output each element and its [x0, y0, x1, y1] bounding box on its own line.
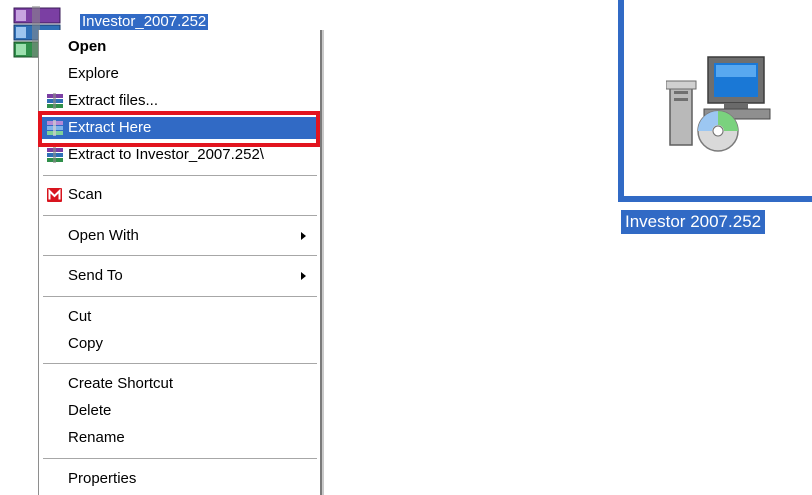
menu-item-extract-here[interactable]: Extract Here — [42, 117, 318, 139]
menu-item-label: Cut — [68, 308, 92, 325]
winrar-icon — [46, 147, 64, 163]
menu-item-label: Scan — [68, 186, 103, 203]
winrar-icon — [46, 120, 64, 136]
menu-item-label: Delete — [68, 402, 112, 419]
menu-item-label: Copy — [68, 335, 104, 352]
menu-item-send-to[interactable]: Send To — [42, 265, 318, 287]
menu-item-open[interactable]: Open — [42, 36, 318, 58]
menu-item-scan[interactable]: Scan — [42, 184, 318, 206]
menu-item-label: Open — [68, 38, 107, 55]
menu-item-create-shortcut[interactable]: Create Shortcut — [42, 373, 318, 395]
menu-item-label: Explore — [68, 65, 119, 82]
menu-item-label: Rename — [68, 429, 125, 446]
menu-separator — [43, 215, 317, 216]
menu-item-extract-to[interactable]: Extract to Investor_2007.252\ — [42, 144, 318, 166]
menu-separator — [43, 296, 317, 297]
menu-item-copy[interactable]: Copy — [42, 333, 318, 355]
menu-separator — [43, 175, 317, 176]
submenu-arrow-icon — [301, 272, 306, 280]
winrar-icon — [46, 93, 64, 109]
menu-item-label: Send To — [68, 267, 123, 284]
menu-separator — [43, 363, 317, 364]
menu-item-label: Open With — [68, 227, 139, 244]
menu-item-delete[interactable]: Delete — [42, 400, 318, 422]
menu-item-label: Extract Here — [68, 119, 152, 136]
menu-item-extract-files[interactable]: Extract files... — [42, 90, 318, 112]
context-menu: Open Explore Extract files... Extract He… — [38, 30, 322, 495]
menu-item-explore[interactable]: Explore — [42, 63, 318, 85]
menu-item-label: Create Shortcut — [68, 375, 174, 392]
menu-item-rename[interactable]: Rename — [42, 427, 318, 449]
menu-item-cut[interactable]: Cut — [42, 306, 318, 328]
menu-separator — [43, 255, 317, 256]
menu-item-label: Extract to Investor_2007.252\ — [68, 146, 264, 163]
installer-file-label[interactable]: Investor 2007.252 — [621, 210, 766, 234]
mcafee-icon — [46, 187, 64, 203]
menu-item-label: Extract files... — [68, 92, 159, 109]
menu-item-open-with[interactable]: Open With — [42, 225, 318, 247]
installer-icon[interactable] — [665, 55, 776, 155]
menu-item-label: Properties — [68, 470, 137, 487]
menu-separator — [43, 458, 317, 459]
menu-item-properties[interactable]: Properties — [42, 468, 318, 490]
archive-file-label[interactable]: Investor_2007.252 — [80, 14, 209, 30]
submenu-arrow-icon — [301, 232, 306, 240]
